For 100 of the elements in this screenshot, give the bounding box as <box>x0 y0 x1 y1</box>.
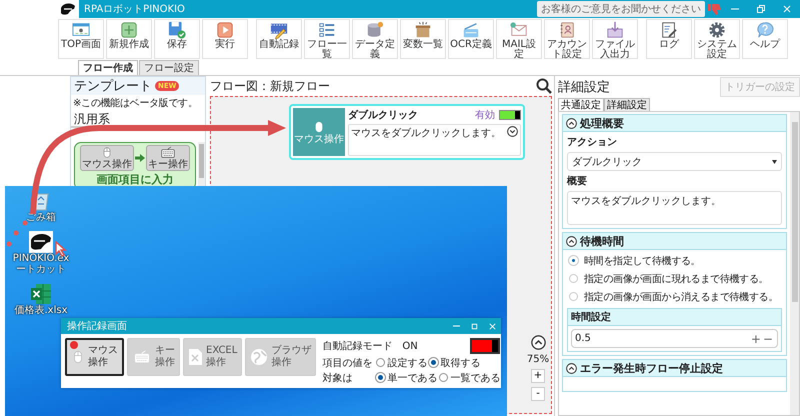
radio-label: 指定の画像が画面から消えるまで待機する。 <box>584 290 778 304</box>
section-header[interactable]: 待機時間 <box>563 233 786 250</box>
scrollbar[interactable] <box>790 112 799 415</box>
arrow-right-icon <box>135 154 145 162</box>
radio-button[interactable] <box>569 292 578 301</box>
address-book-icon <box>558 21 576 39</box>
radio-label: 設定する <box>387 356 428 370</box>
minimize-icon <box>731 8 739 10</box>
record-mode-button[interactable]: マウス 操作 <box>65 338 124 376</box>
plus-icon <box>120 21 138 39</box>
increment-button[interactable]: + <box>750 332 762 346</box>
maximize-icon <box>470 322 478 330</box>
toolbar-button[interactable]: ファイル入出力 <box>592 19 638 59</box>
radio-label: 取得する <box>440 356 480 370</box>
toolbar-button[interactable]: フロー一覧 <box>304 19 350 59</box>
recording-dot-icon <box>70 341 78 349</box>
spreadsheet-icon <box>30 283 52 305</box>
option-label: 項目の値を <box>322 356 374 370</box>
settings-tab[interactable]: 詳細設定 <box>604 98 650 111</box>
section-header[interactable]: 処理概要 <box>563 115 786 132</box>
category-heading: 汎用系 <box>71 111 205 128</box>
box-icon <box>414 21 432 39</box>
record-mode-button[interactable]: EXCEL 操作 <box>183 338 242 376</box>
toolbar-button[interactable]: アカウント設定 <box>544 19 590 59</box>
toolbar-button[interactable]: OCR定義 <box>448 19 494 59</box>
action-dropdown[interactable]: ダブルクリック <box>567 152 782 171</box>
canvas-title: フロー図：新規フロー <box>210 78 330 94</box>
radio-button[interactable] <box>569 274 578 283</box>
decrement-button[interactable]: − <box>762 332 774 346</box>
record-mode-button[interactable]: ブラウザ 操作 <box>245 338 316 376</box>
toolbar-button[interactable]: ヘルプ <box>742 19 788 59</box>
time-input[interactable]: 0.5 + − <box>571 329 778 348</box>
auto-record-toggle[interactable] <box>470 338 500 354</box>
minimize-icon <box>452 325 460 327</box>
toolbar-button[interactable]: ログ <box>646 19 692 59</box>
logo-icon <box>60 2 76 16</box>
thumbs-down-icon <box>708 3 722 15</box>
time-setting-header: 時間設定 <box>568 309 781 326</box>
desktop-icon-label: ごみ箱 <box>26 212 56 223</box>
close-icon <box>782 4 792 14</box>
dropdown-caret-icon <box>772 160 777 164</box>
toolbar-button[interactable]: 実行 <box>202 19 248 59</box>
panel-title: テンプレート <box>74 78 152 95</box>
window-title: 操作記録画面 <box>67 320 128 333</box>
envelope-icon <box>510 21 528 39</box>
chevron-down-circle-icon <box>507 126 518 137</box>
card-title: 画面項目に入力 <box>96 172 174 187</box>
section-header[interactable]: エラー発生時フロー停止設定 <box>563 360 786 377</box>
notepad-icon <box>660 21 678 39</box>
toolbar-button[interactable]: 自動記録 <box>256 19 302 59</box>
keyboard-icon <box>161 146 175 159</box>
floppy-disk-icon <box>168 21 186 39</box>
radio-button[interactable] <box>376 358 386 367</box>
toolbar-button[interactable]: TOP画面 <box>58 19 104 59</box>
desktop-icon-label: 価格表.xlsx <box>14 305 68 316</box>
download-icon <box>606 21 624 39</box>
scanner-icon <box>462 21 480 39</box>
toolbar-button[interactable]: MAIL設定 <box>496 19 542 59</box>
play-icon <box>216 21 234 39</box>
zoom-in-button[interactable]: + <box>531 369 545 383</box>
mouse-icon <box>71 348 85 366</box>
record-mode-button[interactable]: キー 操作 <box>127 338 180 376</box>
close-icon <box>488 322 496 330</box>
description-text: マウスをダブルクリックします。 <box>351 126 502 140</box>
help-icon <box>756 21 774 39</box>
keyboard-icon <box>132 350 152 364</box>
screen-icon <box>72 21 90 39</box>
flow-node[interactable]: マウス操作 ダブルクリック 有効 マウスをダブルクリックします。 <box>289 104 525 160</box>
chevron-up-circle-icon[interactable] <box>530 335 546 350</box>
toolbar-button[interactable]: 新規作成 <box>106 19 152 59</box>
status-label: 有効 <box>475 108 495 122</box>
zoom-out-button[interactable]: - <box>531 387 545 401</box>
auto-mode-value: ON <box>402 340 419 352</box>
film-strip-icon <box>270 21 288 39</box>
node-type-label: マウス操作 <box>294 134 344 144</box>
toolbar-button[interactable]: データ定義 <box>352 19 398 59</box>
field-label: アクション <box>567 136 618 149</box>
tile-label: マウス操作 <box>82 159 132 170</box>
enable-toggle[interactable] <box>499 110 521 120</box>
toolbar-button[interactable]: 変数一覧 <box>400 19 446 59</box>
toolbar-button[interactable]: システム設定 <box>694 19 740 59</box>
view-tab[interactable]: フロー設定 <box>139 60 199 75</box>
radio-label: 時間を指定して待機する。 <box>584 254 700 268</box>
gear-icon <box>708 21 726 39</box>
auto-mode-label: 自動記録モード <box>322 340 392 353</box>
summary-textarea[interactable]: マウスをダブルクリックします。 <box>567 191 782 225</box>
toolbar-button[interactable]: 保存 <box>154 19 200 59</box>
radio-label: 一覧である <box>450 372 500 384</box>
section-title: 処理概要 <box>580 116 624 130</box>
panel-title: 詳細設定 <box>558 79 610 96</box>
settings-tab[interactable]: 共通設定 <box>558 98 604 111</box>
view-tab[interactable]: フロー作成 <box>78 60 138 75</box>
document-icon <box>188 348 203 366</box>
node-title: ダブルクリック <box>348 108 419 122</box>
zoom-level: 75% <box>526 354 550 365</box>
desktop-icon-label: ートカット <box>16 264 66 275</box>
mouse-icon <box>101 146 113 159</box>
search-icon[interactable] <box>536 78 552 94</box>
restore-icon <box>756 4 766 14</box>
radio-button[interactable] <box>439 373 448 382</box>
